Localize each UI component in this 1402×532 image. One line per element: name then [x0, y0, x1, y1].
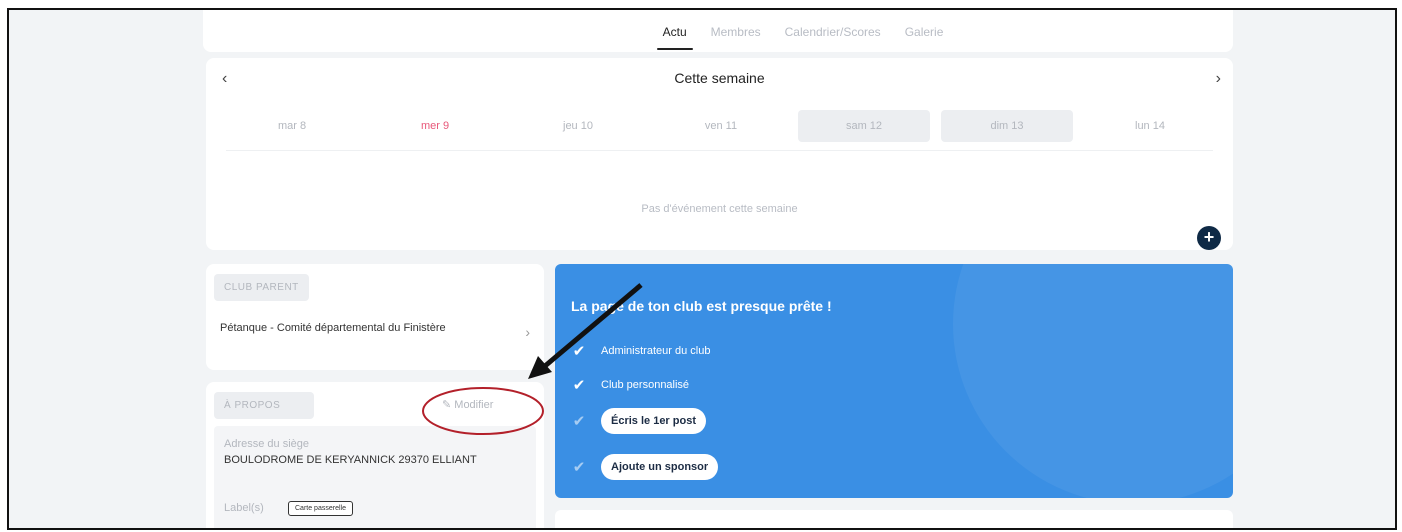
day-thursday[interactable]: jeu 10	[512, 110, 644, 142]
address-value: BOULODROME DE KERYANNICK 29370 ELLIANT	[224, 454, 477, 466]
step-sponsor: ✔ Ajoute un sponsor	[571, 454, 719, 480]
about-heading: À PROPOS	[214, 392, 314, 419]
check-icon: ✔	[572, 413, 586, 430]
check-icon: ✔	[572, 459, 586, 476]
write-first-post-button[interactable]: Écris le 1er post	[601, 408, 706, 434]
screenshot-frame: Actu Membres Calendrier/Scores Galerie ‹…	[7, 8, 1397, 530]
decorative-circle	[953, 264, 1233, 498]
club-setup-card: La page de ton club est presque prête ! …	[555, 264, 1233, 498]
address-label: Adresse du siège	[224, 438, 309, 450]
day-friday[interactable]: ven 11	[655, 110, 787, 142]
step-label: Administrateur du club	[601, 345, 711, 357]
tab-membres[interactable]: Membres	[711, 10, 761, 52]
step-label: Club personnalisé	[601, 379, 690, 391]
modify-label: Modifier	[454, 399, 494, 411]
next-card	[555, 510, 1233, 528]
tab-list: Actu Membres Calendrier/Scores Galerie	[203, 10, 1233, 52]
empty-events-message: Pas d'événement cette semaine	[641, 203, 798, 215]
divider	[226, 150, 1213, 151]
top-tabs-bar: Actu Membres Calendrier/Scores Galerie	[203, 10, 1233, 52]
day-list: mar 8 mer 9 jeu 10 ven 11 sam 12 dim 13 …	[226, 110, 1216, 142]
labels-label: Label(s)	[224, 502, 264, 514]
pencil-icon: ✎	[442, 399, 452, 411]
club-parent-link[interactable]: Pétanque - Comité départemental du Finis…	[220, 322, 490, 334]
setup-title: La page de ton club est presque prête !	[571, 298, 832, 314]
modify-button[interactable]: ✎ Modifier	[442, 398, 493, 411]
club-parent-heading: CLUB PARENT	[214, 274, 309, 301]
about-card: À PROPOS ✎ Modifier Adresse du siège BOU…	[206, 382, 544, 528]
check-icon: ✔	[572, 377, 586, 394]
day-saturday[interactable]: sam 12	[798, 110, 930, 142]
tab-actu[interactable]: Actu	[656, 10, 693, 52]
tab-galerie[interactable]: Galerie	[905, 10, 944, 52]
add-event-button[interactable]: +	[1197, 226, 1221, 250]
club-parent-card: CLUB PARENT Pétanque - Comité départemen…	[206, 264, 544, 370]
day-tuesday[interactable]: mar 8	[226, 110, 358, 142]
check-icon: ✔	[572, 343, 586, 360]
chevron-right-icon[interactable]: ›	[1216, 70, 1221, 88]
chevron-right-icon[interactable]: ›	[525, 324, 530, 340]
plus-icon: +	[1203, 227, 1215, 247]
week-title: Cette semaine	[674, 70, 765, 86]
day-monday[interactable]: lun 14	[1084, 110, 1216, 142]
day-sunday[interactable]: dim 13	[941, 110, 1073, 142]
step-admin: ✔ Administrateur du club	[571, 342, 711, 360]
day-wednesday-today[interactable]: mer 9	[369, 110, 501, 142]
label-badge: Carte passerelle	[288, 501, 353, 516]
tab-calendrier-scores[interactable]: Calendrier/Scores	[785, 10, 881, 52]
step-first-post: ✔ Écris le 1er post	[571, 408, 706, 434]
add-sponsor-button[interactable]: Ajoute un sponsor	[601, 454, 719, 480]
week-calendar-card: ‹ Cette semaine › mar 8 mer 9 jeu 10 ven…	[206, 58, 1233, 250]
step-personalized: ✔ Club personnalisé	[571, 376, 689, 394]
